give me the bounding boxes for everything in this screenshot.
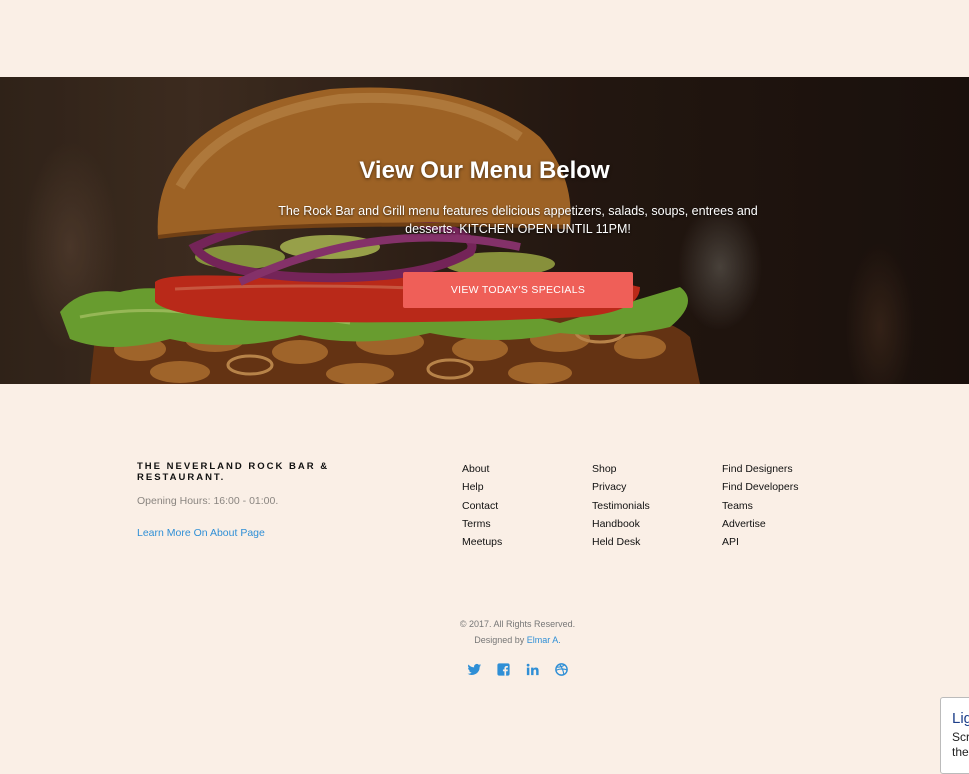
footer-links-column-1: About Help Contact Terms Meetups [462,463,502,554]
widget-text-line: Scr [952,730,969,744]
footer-link-item[interactable]: Held Desk [592,536,650,554]
footer-link[interactable]: About [462,463,489,475]
footer-link-item[interactable]: Advertise [722,518,798,536]
footer-link-item[interactable]: Contact [462,500,502,518]
footer-link-item[interactable]: Privacy [592,481,650,499]
hero-title: View Our Menu Below [359,157,610,184]
footer-links-column-3: Find Designers Find Developers Teams Adv… [722,463,798,554]
footer-link-item[interactable]: API [722,536,798,554]
learn-more-link[interactable]: Learn More On About Page [137,527,265,539]
footer-link-item[interactable]: Handbook [592,518,650,536]
linkedin-icon[interactable] [525,662,540,677]
widget-title: Lig [952,710,969,727]
footer-brand: THE NEVERLAND ROCK BAR & RESTAURANT. [137,461,330,483]
designed-by-line: Designed by Elmar A. [0,635,969,645]
footer-link-item[interactable]: Shop [592,463,650,481]
footer-link[interactable]: Shop [592,463,617,475]
view-specials-button[interactable]: VIEW TODAY'S SPECIALS [403,272,633,308]
opening-hours: Opening Hours: 16:00 - 01:00. [137,495,279,507]
hero-description: The Rock Bar and Grill menu features del… [278,204,758,236]
footer-link[interactable]: Advertise [722,518,766,530]
footer-link[interactable]: API [722,536,739,548]
corner-popup-widget[interactable]: Lig Scr the [940,697,969,774]
footer-link-item[interactable]: Find Developers [722,481,798,499]
footer-link[interactable]: Find Developers [722,481,798,493]
footer-link-item[interactable]: Testimonials [592,500,650,518]
hero-banner: View Our Menu Below The Rock Bar and Gri… [0,77,969,384]
footer-link[interactable]: Teams [722,500,753,512]
twitter-icon[interactable] [467,662,482,677]
footer-link[interactable]: Privacy [592,481,626,493]
footer-link-item[interactable]: Terms [462,518,502,536]
footer-link-item[interactable]: Meetups [462,536,502,554]
footer-link-item[interactable]: Find Designers [722,463,798,481]
footer-link[interactable]: Contact [462,500,498,512]
facebook-icon[interactable] [496,662,511,677]
footer-link[interactable]: Terms [462,518,491,530]
designed-by-label: Designed by [474,635,525,645]
footer-links-column-2: Shop Privacy Testimonials Handbook Held … [592,463,650,554]
widget-text-line: the [952,745,969,759]
footer-link[interactable]: Find Designers [722,463,793,475]
footer-link[interactable]: Handbook [592,518,640,530]
dribbble-icon[interactable] [554,662,569,677]
footer-link[interactable]: Testimonials [592,500,650,512]
footer-link[interactable]: Help [462,481,484,493]
copyright-text: © 2017. All Rights Reserved. [459,619,576,629]
footer-link-item[interactable]: About [462,463,502,481]
footer-link[interactable]: Held Desk [592,536,640,548]
footer-link[interactable]: Meetups [462,536,502,548]
footer-link-item[interactable]: Help [462,481,502,499]
footer-link-item[interactable]: Teams [722,500,798,518]
designer-link[interactable]: Elmar A. [527,635,561,645]
